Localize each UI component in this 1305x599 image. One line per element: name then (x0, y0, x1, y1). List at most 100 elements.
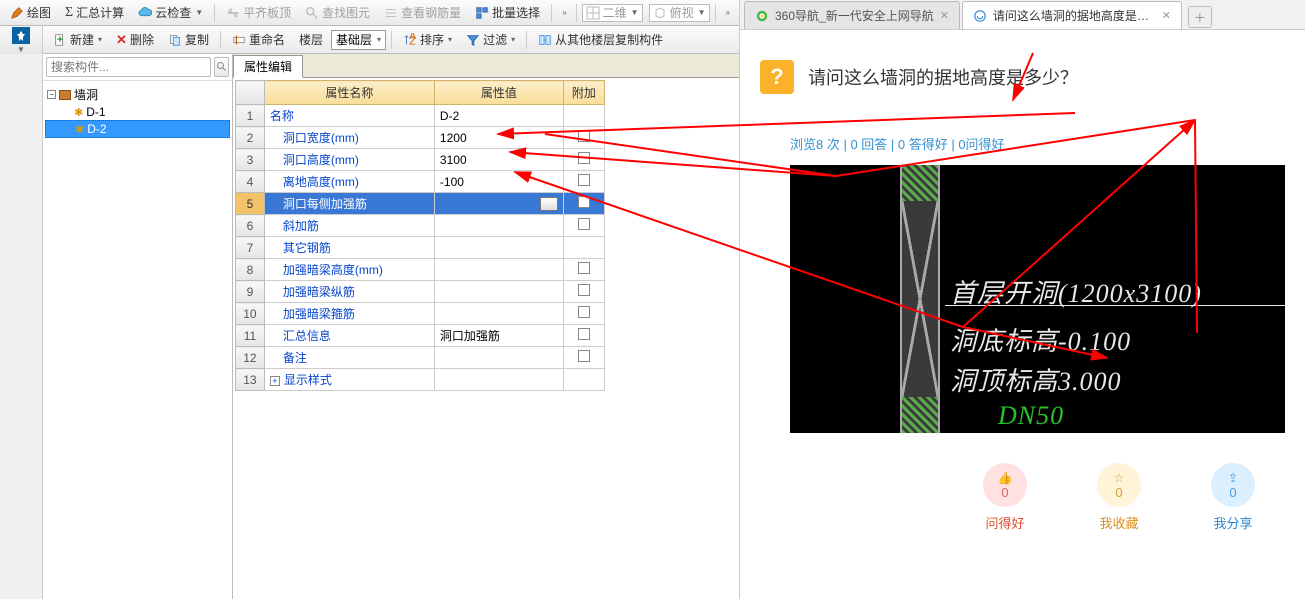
floor-button[interactable]: 楼层 (293, 28, 329, 51)
prop-value-cell[interactable] (434, 237, 563, 259)
prop-extra-cell[interactable] (563, 105, 604, 127)
prop-name-cell[interactable]: 加强暗梁高度(mm) (264, 259, 434, 281)
pin-button[interactable] (12, 27, 30, 44)
sum-button[interactable]: Σ 汇总计算 (59, 1, 130, 24)
prop-name-cell[interactable]: 名称 (264, 105, 434, 127)
table-row[interactable]: 8加强暗梁高度(mm) (236, 259, 605, 281)
checkbox[interactable] (578, 130, 590, 142)
view-iso-combo[interactable]: 俯视 ▼ (649, 4, 710, 22)
ellipsis-button[interactable]: ⋯ (540, 197, 558, 211)
prop-extra-cell[interactable] (563, 303, 604, 325)
copy-button[interactable]: 复制 (162, 28, 215, 51)
checkbox[interactable] (578, 196, 590, 208)
tree-item-d2[interactable]: ✱ D-2 (45, 120, 230, 138)
prop-value-cell[interactable] (434, 215, 563, 237)
prop-extra-cell[interactable] (563, 149, 604, 171)
filter-button[interactable]: 过滤 ▾ (460, 28, 521, 51)
prop-value-cell[interactable]: D-2 (434, 105, 563, 127)
prop-extra-cell[interactable] (563, 171, 604, 193)
checkbox[interactable] (578, 262, 590, 274)
table-row[interactable]: 5洞口每侧加强筋⋯ (236, 193, 605, 215)
find-element-button[interactable]: 查找图元 (299, 1, 376, 24)
search-input[interactable] (46, 57, 211, 77)
favorite-button[interactable]: ☆0 我收藏 (1097, 463, 1141, 532)
browser-tab-1[interactable]: 360导航_新一代安全上网导航 ✕ (744, 1, 960, 29)
checkbox[interactable] (578, 174, 590, 186)
prop-name-cell[interactable]: 备注 (264, 347, 434, 369)
cloud-check-button[interactable]: 云检查 ▼ (132, 1, 209, 24)
flatten-button[interactable]: 平齐板顶 (220, 1, 297, 24)
property-tab[interactable]: 属性编辑 (233, 55, 303, 78)
prop-extra-cell[interactable] (563, 193, 604, 215)
table-row[interactable]: 11汇总信息洞口加强筋 (236, 325, 605, 347)
hdr-value[interactable]: 属性值 (434, 81, 563, 105)
good-question-button[interactable]: 👍0 问得好 (983, 463, 1027, 532)
prop-extra-cell[interactable] (563, 127, 604, 149)
chevron-down-icon[interactable]: ▼ (17, 45, 25, 54)
checkbox[interactable] (578, 284, 590, 296)
rebar-qty-button[interactable]: 查看钢筋量 (378, 1, 467, 24)
batch-select-button[interactable]: 批量选择 (469, 1, 546, 24)
prop-extra-cell[interactable] (563, 237, 604, 259)
table-row[interactable]: 1名称D-2 (236, 105, 605, 127)
table-row[interactable]: 6斜加筋 (236, 215, 605, 237)
browser-tab-2[interactable]: 请问这么墙洞的据地高度是多少？ ✕ (962, 1, 1182, 29)
chevron-icon[interactable]: » (558, 6, 570, 19)
prop-name-cell[interactable]: 洞口每侧加强筋 (264, 193, 434, 215)
new-tab-button[interactable]: ＋ (1188, 6, 1212, 28)
tree-root[interactable]: − 墙洞 (45, 85, 230, 104)
table-row[interactable]: 3洞口高度(mm)3100 (236, 149, 605, 171)
prop-value-cell[interactable]: -100 (434, 171, 563, 193)
prop-name-cell[interactable]: 洞口高度(mm) (264, 149, 434, 171)
hdr-extra[interactable]: 附加 (563, 81, 604, 105)
prop-value-cell[interactable] (434, 281, 563, 303)
prop-name-cell[interactable]: 加强暗梁纵筋 (264, 281, 434, 303)
prop-name-cell[interactable]: 斜加筋 (264, 215, 434, 237)
sort-button[interactable]: AZ 排序 ▾ (397, 28, 458, 51)
prop-value-cell[interactable] (434, 369, 563, 391)
layer-combo[interactable]: 基础层 ▾ (331, 30, 386, 50)
checkbox[interactable] (578, 350, 590, 362)
tab-close-button[interactable]: ✕ (1162, 9, 1171, 22)
prop-extra-cell[interactable] (563, 259, 604, 281)
checkbox[interactable] (578, 218, 590, 230)
prop-extra-cell[interactable] (563, 347, 604, 369)
chevron-icon[interactable]: » (722, 6, 734, 19)
prop-value-cell[interactable]: 洞口加强筋 (434, 325, 563, 347)
table-row[interactable]: 13+显示样式 (236, 369, 605, 391)
share-button[interactable]: ⇪0 我分享 (1211, 463, 1255, 532)
tree-item-d1[interactable]: ✱ D-1 (45, 104, 230, 120)
prop-value-cell[interactable] (434, 303, 563, 325)
prop-extra-cell[interactable] (563, 325, 604, 347)
checkbox[interactable] (578, 306, 590, 318)
delete-button[interactable]: ✕ 删除 (110, 28, 160, 51)
prop-extra-cell[interactable] (563, 215, 604, 237)
copy-from-floor-button[interactable]: 从其他楼层复制构件 (532, 28, 669, 51)
prop-value-cell[interactable]: 1200 (434, 127, 563, 149)
prop-name-cell[interactable]: 其它钢筋 (264, 237, 434, 259)
table-row[interactable]: 2洞口宽度(mm)1200 (236, 127, 605, 149)
tab-close-button[interactable]: ✕ (940, 9, 949, 22)
expand-icon[interactable]: + (270, 376, 280, 386)
prop-name-cell[interactable]: 洞口宽度(mm) (264, 127, 434, 149)
prop-name-cell[interactable]: +显示样式 (264, 369, 434, 391)
search-go-button[interactable] (214, 57, 229, 77)
checkbox[interactable] (578, 152, 590, 164)
checkbox[interactable] (578, 328, 590, 340)
table-row[interactable]: 12备注 (236, 347, 605, 369)
collapse-icon[interactable]: − (47, 90, 56, 99)
rename-button[interactable]: 重命名 (226, 28, 291, 51)
new-button[interactable]: 新建 ▾ (47, 28, 108, 51)
draw-button[interactable]: 绘图 (4, 1, 57, 24)
prop-name-cell[interactable]: 加强暗梁箍筋 (264, 303, 434, 325)
table-row[interactable]: 4离地高度(mm)-100 (236, 171, 605, 193)
prop-value-cell[interactable]: ⋯ (434, 193, 563, 215)
view-2d-combo[interactable]: 二维 ▼ (582, 4, 643, 22)
table-row[interactable]: 7其它钢筋 (236, 237, 605, 259)
hdr-name[interactable]: 属性名称 (264, 81, 434, 105)
prop-extra-cell[interactable] (563, 281, 604, 303)
prop-extra-cell[interactable] (563, 369, 604, 391)
prop-name-cell[interactable]: 汇总信息 (264, 325, 434, 347)
prop-value-cell[interactable]: 3100 (434, 149, 563, 171)
table-row[interactable]: 10加强暗梁箍筋 (236, 303, 605, 325)
